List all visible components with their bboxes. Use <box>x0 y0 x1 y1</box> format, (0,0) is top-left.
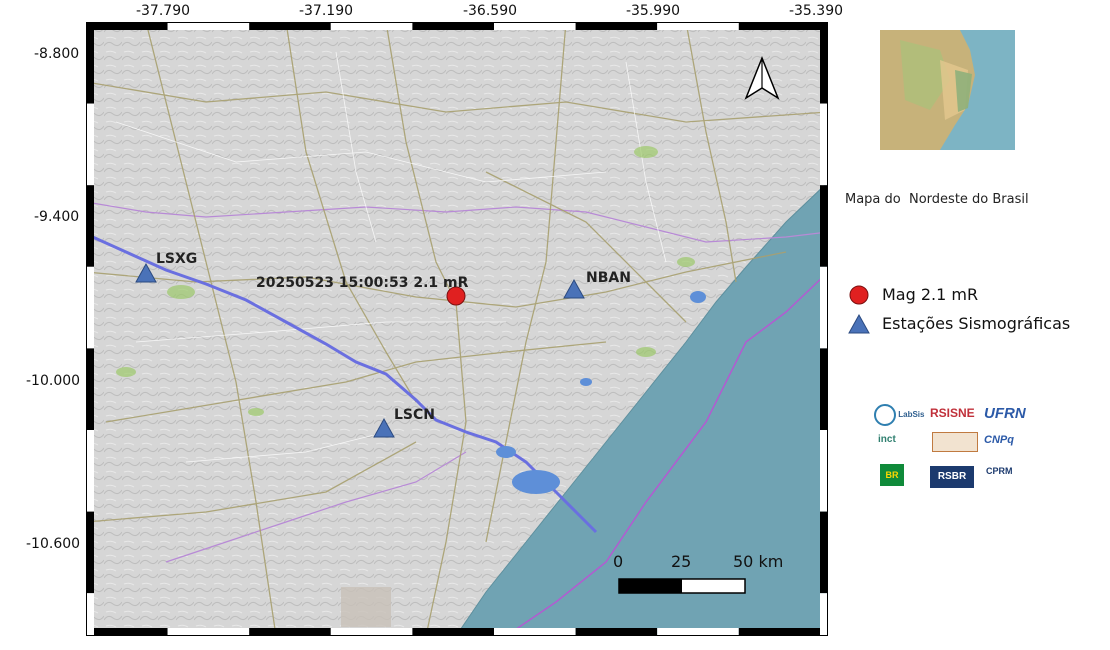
frame-segment <box>86 628 168 636</box>
frame-segment <box>86 185 94 267</box>
frame-segment <box>86 593 94 636</box>
lat-tick-label: -10.000 <box>26 373 81 389</box>
map-frame[interactable]: 20250523 15:00:53 2.1 mR LSXG NBAN LSCN … <box>86 22 828 636</box>
legend-item-event: Mag 2.1 mR <box>848 280 1070 309</box>
frame-segment <box>412 22 494 30</box>
lon-tick-label: -37.790 <box>135 3 191 19</box>
legend-item-stations: Estações Sismográficas <box>848 309 1070 338</box>
scale-label-0: 0 <box>613 552 623 571</box>
station-label-nban: NBAN <box>586 270 631 286</box>
lon-tick-label: -37.190 <box>298 3 354 19</box>
frame-segment <box>86 266 94 349</box>
frame-segment <box>86 22 168 30</box>
frame-segment <box>820 348 828 430</box>
frame-segment <box>86 22 94 104</box>
legend-label: Estações Sismográficas <box>882 314 1071 333</box>
frame-segment <box>167 22 250 30</box>
frame-segment <box>249 628 331 636</box>
frame-segment <box>820 22 828 104</box>
rsisne-logo: RSISNE <box>930 406 975 420</box>
frame-segment <box>738 22 821 30</box>
legend: Mag 2.1 mR Estações Sismográficas <box>848 280 1070 338</box>
inset-map <box>880 30 1015 150</box>
frame-segment <box>167 628 250 636</box>
map-canvas[interactable]: 20250523 15:00:53 2.1 mR LSXG NBAN LSCN … <box>86 22 828 636</box>
frame-segment <box>412 628 494 636</box>
frame-segment <box>820 430 828 512</box>
lon-tick-label: -35.390 <box>788 3 844 19</box>
frame-segment <box>494 628 576 636</box>
scale-label-50: 50 km <box>733 552 783 571</box>
frame-segment <box>330 22 413 30</box>
rsbr-logo: RSBR <box>930 466 974 488</box>
frame-segment <box>330 628 413 636</box>
legend-label: Mag 2.1 mR <box>882 285 979 304</box>
inct-logo: inct <box>878 434 896 445</box>
frame-segment <box>657 628 739 636</box>
lat-tick-label: -9.400 <box>34 209 80 225</box>
frame-segment <box>86 348 94 430</box>
cnpq-logo: CNPq <box>984 434 1014 446</box>
cprm-mid-logo <box>932 432 978 452</box>
inset-caption: Mapa do Nordeste do Brasil <box>845 192 1029 207</box>
lat-tick-label: -10.600 <box>26 536 81 552</box>
frame-segment <box>86 103 94 186</box>
lon-tick-label: -36.590 <box>462 3 518 19</box>
event-label: 20250523 15:00:53 2.1 mR <box>256 275 469 291</box>
city-area <box>341 587 391 627</box>
frame-segment <box>820 593 828 636</box>
frame-segment <box>820 185 828 267</box>
institution-logos: LabSis RSISNE UFRN inct CNPq BR RSBR CPR… <box>872 402 1032 492</box>
station-label-lscn: LSCN <box>394 407 435 423</box>
station-label-lsxg: LSXG <box>156 251 197 267</box>
frame-segment <box>575 628 658 636</box>
frame-segment <box>249 22 331 30</box>
frame-segment <box>738 628 821 636</box>
frame-segment <box>657 22 739 30</box>
labsis-circle-icon <box>874 404 896 426</box>
blue-triangle-icon <box>848 313 870 333</box>
frame-segment <box>820 266 828 349</box>
frame-segment <box>86 430 94 512</box>
frame-segment <box>820 103 828 186</box>
lat-tick-label: -8.800 <box>34 46 80 62</box>
lon-tick-label: -35.990 <box>625 3 681 19</box>
frame-segment <box>86 511 94 594</box>
cprm-logo: CPRM <box>986 466 1013 476</box>
petrobras-logo: BR <box>880 464 904 486</box>
frame-segment <box>494 22 576 30</box>
labsis-logo: LabSis <box>874 404 924 426</box>
red-circle-icon <box>849 285 869 304</box>
scale-label-25: 25 <box>671 552 691 571</box>
frame-segment <box>820 511 828 594</box>
frame-segment <box>575 22 658 30</box>
ufrn-logo: UFRN <box>984 405 1026 422</box>
